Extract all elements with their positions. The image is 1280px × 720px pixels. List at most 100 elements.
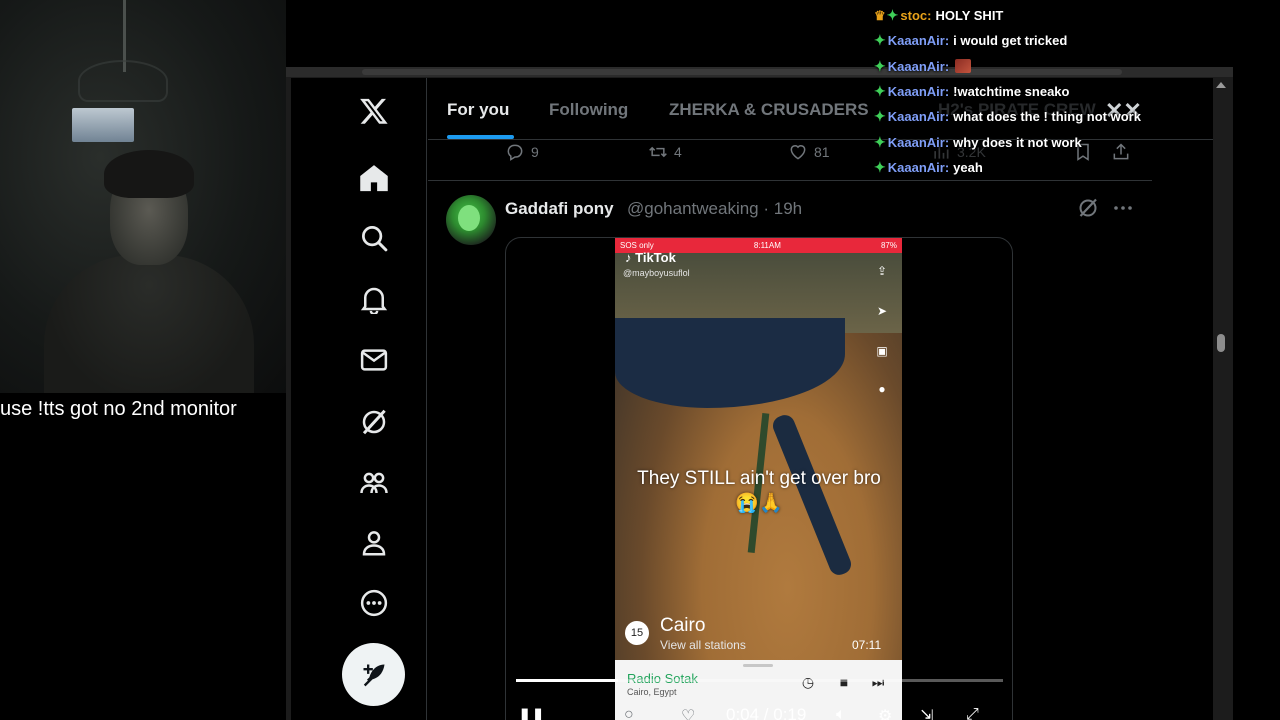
like-count: 81 [814,144,830,160]
sleep-timer-icon: ◷ [801,674,815,690]
view-all-stations: View all stations [660,638,746,652]
settings-gear-icon[interactable]: ⚙ [878,706,892,720]
author-handle: @gohantweaking [627,199,759,218]
notifications-bell-icon[interactable] [357,282,391,316]
video-progress-fill [516,679,619,682]
chat-text: what does the ! thing not work [953,109,1141,125]
lock-icon: ▣ [876,344,888,358]
tiktok-video-frame[interactable]: SOS only 8:11AM 87% ♪ TikTok @mayboyusuf… [615,238,902,720]
chat-message: ♛ ✦ stoc: HOLY SHIT [874,3,1280,28]
tab-for-you[interactable]: For you [447,100,509,120]
video-time-display: 0:04 / 0:19 [726,705,807,720]
volume-icon[interactable]: 🔈︎ [836,706,846,720]
drag-handle [743,664,773,667]
like-action[interactable]: 81 [788,142,830,162]
picture-in-picture-icon[interactable]: ⇲ [920,706,933,720]
phone-battery-level: 87% [880,241,897,250]
compose-post-button[interactable] [342,643,405,706]
chat-message: ✦ KaaanAir: [874,54,1280,79]
gem-badge-icon: ✦ [874,32,886,49]
map-mediterranean-sea [615,318,845,408]
profile-icon[interactable] [357,526,391,560]
skip-next-icon: ⏭ [871,674,885,690]
background-monitor-glow [72,108,134,142]
reply-bubble-icon [507,144,523,161]
chat-message: ✦ KaaanAir: why does it not work [874,129,1280,154]
post-time: 19h [773,199,803,218]
tab-zherka-crusaders[interactable]: ZHERKA & CRUSADERS [669,100,869,120]
chat-message: ✦ KaaanAir: i would get tricked [874,28,1280,53]
heart-icon[interactable]: ♡ [681,706,695,720]
chat-text: yeah [953,159,983,175]
post-divider [428,180,1152,181]
home-icon[interactable] [357,161,391,195]
gem-badge-icon: ✦ [874,57,886,74]
video-progress-bar[interactable] [516,679,1003,682]
author-name[interactable]: Gaddafi pony [505,199,614,219]
chat-text: !watchtime sneako [953,84,1070,100]
more-options-icon[interactable] [357,586,391,620]
station-count-badge: 15 [625,621,649,645]
radio-local-time: 07:11 [852,638,882,652]
reply-bubble-icon[interactable]: ○ [624,706,634,720]
streamer-hair [104,150,194,198]
gem-badge-icon: ✦ [874,158,886,175]
chat-message: ✦ KaaanAir: yeah [874,155,1280,180]
phone-status-time: 8:11AM [753,241,781,250]
reply-action[interactable]: 9 [505,142,539,162]
chat-message: ✦ KaaanAir: what does the ! thing not wo… [874,104,1280,129]
chat-username: KaaanAir: [887,134,950,150]
ceiling-lamp [78,60,168,102]
feather-pen-icon [363,664,384,686]
phone-status-left: SOS only [620,241,654,250]
heart-icon [790,145,806,160]
gem-badge-icon: ✦ [874,133,886,150]
repost-icon [649,146,667,158]
chat-message: ✦ KaaanAir: !watchtime sneako [874,79,1280,104]
gem-badge-icon: ✦ [874,108,886,125]
microphone-icon: ● [878,382,886,396]
tiktok-username: @mayboyusuflol [623,268,690,278]
chat-username: KaaanAir: [887,58,950,74]
tts-note: use !tts got no 2nd monitor [0,398,237,420]
repost-action[interactable]: 4 [648,142,682,162]
scrollbar-thumb[interactable] [1217,334,1225,352]
communities-icon[interactable] [357,466,391,500]
tiktok-app-name: TikTok [635,250,676,265]
chat-emote-icon [955,59,972,74]
chat-username: KaaanAir: [887,33,950,49]
sidebar [291,78,427,720]
chat-text: HOLY SHIT [935,8,1004,24]
author-handle-and-time[interactable]: @gohantweaking · 19h [627,199,802,219]
more-dots-icon[interactable] [1111,196,1135,220]
gem-badge-icon: ✦ [874,83,886,100]
stop-icon: ■ [839,674,849,690]
chat-username: stoc: [900,8,932,24]
crown-badge-icon: ♛ [874,7,886,23]
tab-following[interactable]: Following [549,100,628,120]
city-name: Cairo [660,615,706,636]
streamer-body [44,255,254,393]
messages-mail-icon[interactable] [357,343,391,377]
stream-chat-overlay: ♛ ✦ stoc: HOLY SHIT ✦ KaaanAir: i would g… [874,3,1280,180]
chat-username: KaaanAir: [887,109,950,125]
x-logo-icon[interactable] [357,94,391,128]
chat-text: i would get tricked [953,33,1068,49]
video-caption: They STILL ain't get over bro 😭🙏 [637,468,881,514]
search-icon[interactable] [357,221,391,255]
fullscreen-icon[interactable]: ⤢ [966,706,979,720]
grok-icon[interactable] [357,405,391,439]
chat-username: KaaanAir: [887,84,950,100]
video-player[interactable]: SOS only 8:11AM 87% ♪ TikTok @mayboyusuf… [505,237,1013,720]
avatar[interactable] [446,195,496,245]
chat-username: KaaanAir: [887,159,950,175]
gem-badge-icon: ✦ [886,7,899,24]
active-tab-indicator [447,135,514,139]
grok-explain-icon[interactable] [1076,196,1100,220]
pause-icon[interactable]: ❚❚ [518,706,545,720]
tiktok-watermark: ♪ TikTok [625,250,676,265]
repost-count: 4 [674,144,682,160]
chat-text: why does it not work [953,134,1082,150]
video-controls: ❚❚ ○ ♡ 0:04 / 0:19 🔈︎ ⚙ ⇲ ⤢ [506,696,1012,720]
share-icon: ⇪ [876,264,888,278]
